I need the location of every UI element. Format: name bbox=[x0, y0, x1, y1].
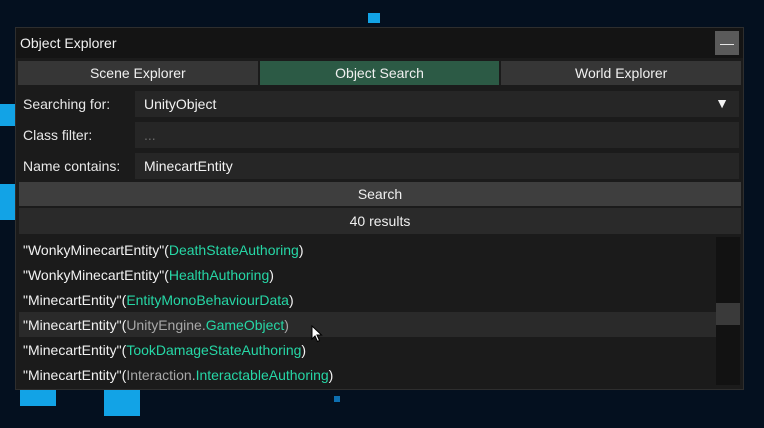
name-contains-value: MinecartEntity bbox=[144, 158, 233, 174]
searching-for-value: UnityObject bbox=[144, 96, 217, 112]
tab-scene-explorer[interactable]: Scene Explorer bbox=[18, 61, 258, 85]
class-filter-row: Class filter: ... bbox=[16, 122, 743, 148]
object-explorer-window: Object Explorer — Scene Explorer Object … bbox=[15, 27, 744, 390]
scrollbar-thumb[interactable] bbox=[716, 303, 740, 325]
name-contains-label: Name contains: bbox=[23, 158, 121, 174]
result-row[interactable]: "MinecartEntity" (EntityMonoBehaviourDat… bbox=[19, 287, 716, 312]
result-row[interactable]: "MinecartEntity" (UnityEngine. GameObject… bbox=[19, 312, 716, 337]
name-contains-row: Name contains: MinecartEntity bbox=[16, 153, 743, 179]
result-object-name: "MinecartEntity" bbox=[23, 291, 122, 308]
result-type: DeathStateAuthoring bbox=[168, 241, 299, 258]
result-type: InteractableAuthoring bbox=[195, 366, 329, 383]
title-bar[interactable]: Object Explorer — bbox=[16, 28, 743, 58]
result-namespace: UnityEngine bbox=[126, 316, 202, 333]
result-row[interactable]: "MinecartEntity" (TookDamageStateAuthori… bbox=[19, 337, 716, 362]
result-type: EntityMonoBehaviourData bbox=[126, 291, 289, 308]
result-object-name: "WonkyMinecartEntity" bbox=[23, 266, 165, 283]
result-object-name: "WonkyMinecartEntity" bbox=[23, 241, 165, 258]
result-close-paren: ) bbox=[288, 291, 294, 308]
minimize-button[interactable]: — bbox=[715, 31, 739, 55]
results-count: 40 results bbox=[19, 208, 741, 234]
results-scrollbar[interactable] bbox=[716, 237, 740, 385]
result-type: TookDamageStateAuthoring bbox=[126, 341, 302, 358]
result-type: HealthAuthoring bbox=[168, 266, 270, 283]
result-type: GameObject bbox=[205, 316, 285, 333]
result-object-name: "MinecartEntity" bbox=[23, 366, 122, 383]
class-filter-label: Class filter: bbox=[23, 127, 93, 143]
result-close-paren: ) bbox=[284, 316, 289, 333]
searching-for-label: Searching for: bbox=[23, 96, 111, 112]
tab-world-explorer[interactable]: World Explorer bbox=[501, 61, 742, 85]
result-namespace: Interaction bbox=[126, 366, 192, 383]
window-title: Object Explorer bbox=[20, 35, 117, 51]
result-close-paren: ) bbox=[301, 341, 307, 358]
result-object-name: "MinecartEntity" bbox=[23, 316, 122, 333]
result-object-name: "MinecartEntity" bbox=[23, 341, 122, 358]
result-close-paren: ) bbox=[298, 241, 304, 258]
result-row[interactable]: "WonkyMinecartEntity" (HealthAuthoring) bbox=[19, 262, 716, 287]
results-list: "WonkyMinecartEntity" (DeathStateAuthori… bbox=[19, 237, 716, 385]
result-row[interactable]: "MinecartEntity" (Interaction. Interactab… bbox=[19, 362, 716, 387]
minimize-icon: — bbox=[720, 35, 734, 51]
name-contains-input[interactable]: MinecartEntity bbox=[135, 153, 739, 179]
tab-bar: Scene Explorer Object Search World Explo… bbox=[18, 61, 742, 85]
searching-for-dropdown[interactable]: UnityObject ▼ bbox=[135, 91, 739, 117]
mouse-cursor-icon bbox=[311, 325, 323, 343]
search-button[interactable]: Search bbox=[19, 182, 741, 206]
searching-for-row: Searching for: UnityObject ▼ bbox=[16, 91, 743, 117]
results-area: "WonkyMinecartEntity" (DeathStateAuthori… bbox=[19, 237, 740, 385]
result-row[interactable]: "WonkyMinecartEntity" (DeathStateAuthori… bbox=[19, 237, 716, 262]
result-close-paren: ) bbox=[269, 266, 274, 283]
dropdown-arrow-icon: ▼ bbox=[715, 95, 729, 111]
result-close-paren: ) bbox=[328, 366, 334, 383]
tab-object-search[interactable]: Object Search bbox=[259, 61, 500, 85]
class-filter-input[interactable]: ... bbox=[135, 122, 739, 148]
class-filter-placeholder: ... bbox=[144, 127, 156, 143]
